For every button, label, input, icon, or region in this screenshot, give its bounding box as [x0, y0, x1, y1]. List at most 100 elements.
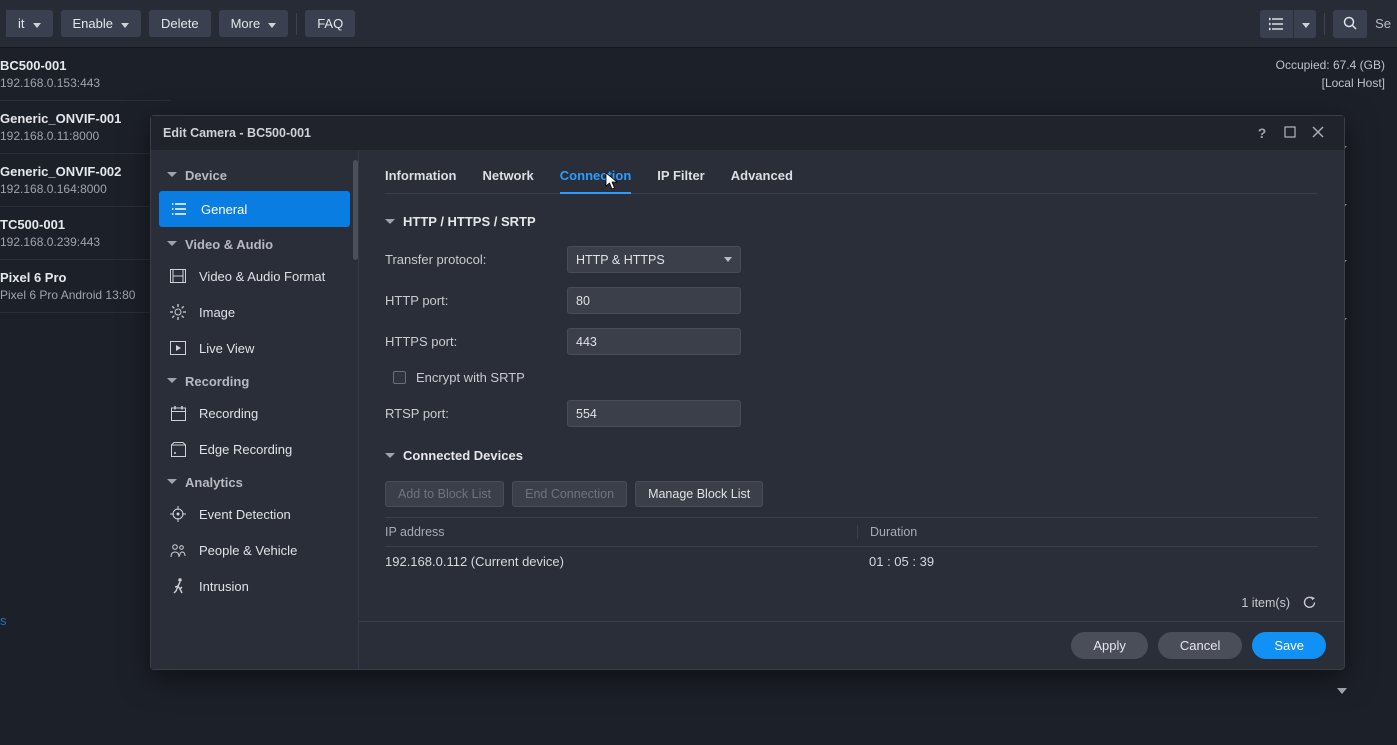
form-row-https-port: HTTPS port: [385, 328, 1318, 355]
rtsp-port-label: RTSP port: [385, 406, 567, 421]
sidebar-item-label: Recording [199, 406, 258, 421]
faq-button[interactable]: FAQ [305, 10, 355, 37]
caret-down-icon [266, 16, 276, 31]
search-icon[interactable] [1333, 10, 1367, 38]
transfer-protocol-label: Transfer protocol: [385, 252, 567, 267]
form-row-transfer-protocol: Transfer protocol: HTTP & HTTPS [385, 246, 1318, 273]
sidebar-item-edge-recording[interactable]: Edge Recording [151, 431, 358, 467]
list-icon [171, 200, 189, 218]
deactivated-label: s [0, 613, 7, 628]
tab-advanced[interactable]: Advanced [731, 164, 793, 193]
enable-label: Enable [73, 16, 113, 31]
sidebar-item-label: Image [199, 305, 235, 320]
manage-block-list-button[interactable]: Manage Block List [635, 481, 763, 507]
maximize-icon[interactable] [1276, 125, 1304, 141]
sidebar-item-label: Live View [199, 341, 254, 356]
https-port-input[interactable] [567, 328, 741, 355]
save-button[interactable]: Save [1252, 632, 1326, 659]
transfer-protocol-select[interactable]: HTTP & HTTPS [567, 246, 741, 273]
more-button[interactable]: More [219, 10, 289, 37]
enable-button[interactable]: Enable [61, 10, 141, 37]
caret-down-icon [119, 16, 129, 31]
http-port-label: HTTP port: [385, 293, 567, 308]
sidebar-item-live-view[interactable]: Live View [151, 330, 358, 366]
caret-down-icon [724, 257, 732, 262]
tab-network[interactable]: Network [483, 164, 534, 193]
tab-information[interactable]: Information [385, 164, 457, 193]
encrypt-srtp-row[interactable]: Encrypt with SRTP [393, 370, 1318, 385]
sidebar-item-people-vehicle[interactable]: People & Vehicle [151, 532, 358, 568]
toolbar: it Enable Delete More FAQ Se [0, 0, 1397, 48]
form-row-http-port: HTTP port: [385, 287, 1318, 314]
sidebar-group-analytics[interactable]: Analytics [151, 467, 358, 496]
dialog-sidebar[interactable]: Device General Video & Audio Video & Aud… [151, 150, 359, 669]
connected-buttons: Add to Block List End Connection Manage … [385, 481, 1318, 507]
sidebar-item-label: General [201, 202, 247, 217]
sidebar-item-general[interactable]: General [159, 191, 350, 227]
calendar-icon [169, 404, 187, 422]
camera-row[interactable]: TC500-001 192.168.0.239:443 [0, 207, 170, 260]
dialog-footer: Apply Cancel Save [359, 621, 1344, 669]
caret-down-icon [1300, 16, 1310, 31]
section-http-header[interactable]: HTTP / HTTPS / SRTP [385, 214, 1318, 229]
camera-name: Generic_ONVIF-001 [0, 111, 162, 126]
apply-button[interactable]: Apply [1071, 632, 1148, 659]
sidebar-group-device[interactable]: Device [151, 160, 358, 189]
table-header: IP address Duration [385, 518, 1318, 547]
dialog-title: Edit Camera - BC500-001 [163, 126, 311, 140]
refresh-icon[interactable] [1302, 595, 1318, 611]
end-connection-button[interactable]: End Connection [512, 481, 627, 507]
target-icon [169, 505, 187, 523]
film-icon [169, 267, 187, 285]
camera-row[interactable]: Generic_ONVIF-001 192.168.0.11:8000 [0, 101, 170, 154]
encrypt-srtp-checkbox[interactable] [393, 371, 406, 384]
edit-button[interactable]: it [6, 10, 53, 37]
col-ip-header[interactable]: IP address [385, 525, 857, 539]
camera-row[interactable]: Pixel 6 Pro Pixel 6 Pro Android 13:80 [0, 260, 170, 313]
http-port-input[interactable] [567, 287, 741, 314]
sidebar-item-label: Edge Recording [199, 442, 292, 457]
camera-list: BC500-001 192.168.0.153:443 Generic_ONVI… [0, 48, 170, 745]
sidebar-group-video-audio[interactable]: Video & Audio [151, 229, 358, 258]
view-mode-dropdown[interactable] [1294, 10, 1316, 38]
col-duration-header[interactable]: Duration [857, 525, 1318, 539]
camera-addr: 192.168.0.164:8000 [0, 182, 162, 196]
section-connected-header[interactable]: Connected Devices [385, 448, 1318, 463]
people-icon [169, 541, 187, 559]
form-row-rtsp-port: RTSP port: [385, 400, 1318, 427]
storage-icon [169, 440, 187, 458]
add-block-list-button[interactable]: Add to Block List [385, 481, 504, 507]
delete-button[interactable]: Delete [149, 10, 211, 37]
sidebar-item-image[interactable]: Image [151, 294, 358, 330]
cell-ip: 192.168.0.112 (Current device) [385, 554, 857, 569]
select-value: HTTP & HTTPS [576, 253, 665, 267]
sidebar-item-recording[interactable]: Recording [151, 395, 358, 431]
sidebar-item-label: People & Vehicle [199, 543, 297, 558]
sidebar-item-intrusion[interactable]: Intrusion [151, 568, 358, 604]
cancel-button[interactable]: Cancel [1158, 632, 1242, 659]
brightness-icon [169, 303, 187, 321]
tab-ip-filter[interactable]: IP Filter [657, 164, 704, 193]
table-row[interactable]: 192.168.0.112 (Current device) 01 : 05 :… [385, 547, 1318, 576]
cell-duration: 01 : 05 : 39 [857, 554, 1318, 569]
connected-devices-table: IP address Duration 192.168.0.112 (Curre… [385, 517, 1318, 576]
camera-name: BC500-001 [0, 58, 162, 73]
sidebar-group-recording[interactable]: Recording [151, 366, 358, 395]
item-count: 1 item(s) [1241, 596, 1290, 610]
deactivated-section[interactable]: s [0, 603, 170, 638]
chevron-down-icon[interactable] [1337, 682, 1347, 697]
tab-connection[interactable]: Connection [560, 164, 632, 193]
host-text: [Local Host] [1276, 74, 1385, 92]
close-icon[interactable] [1304, 125, 1332, 141]
help-icon[interactable]: ? [1248, 125, 1276, 141]
camera-addr: 192.168.0.239:443 [0, 235, 162, 249]
sidebar-item-va-format[interactable]: Video & Audio Format [151, 258, 358, 294]
camera-addr: 192.168.0.153:443 [0, 76, 162, 90]
rtsp-port-input[interactable] [567, 400, 741, 427]
occupied-text: Occupied: 67.4 (GB) [1276, 56, 1385, 74]
sidebar-item-event-detection[interactable]: Event Detection [151, 496, 358, 532]
camera-row[interactable]: Generic_ONVIF-002 192.168.0.164:8000 [0, 154, 170, 207]
view-mode-combo[interactable] [1260, 10, 1316, 38]
list-view-icon[interactable] [1260, 10, 1294, 38]
camera-row[interactable]: BC500-001 192.168.0.153:443 [0, 48, 170, 101]
